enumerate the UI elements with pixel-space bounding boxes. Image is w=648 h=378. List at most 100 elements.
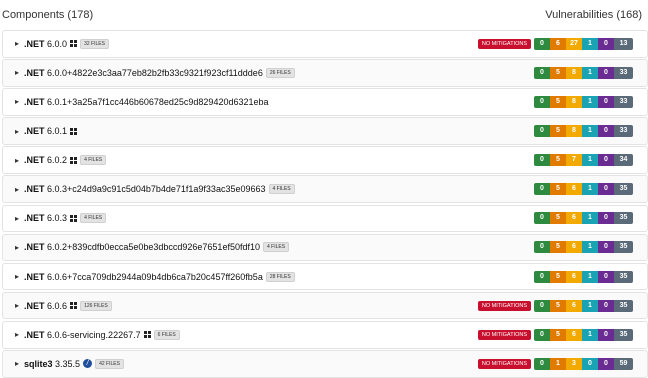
component-version: 3.35.5 [55, 358, 81, 369]
critical-count: 0 [534, 241, 550, 254]
component-version: 6.0.0 [47, 38, 68, 49]
files-count-badge[interactable]: 26 FILES [265, 67, 295, 78]
medium-count: 27 [566, 37, 582, 50]
medium-count: 6 [566, 212, 582, 225]
component-name[interactable]: .NET 6.0.6 [24, 301, 67, 311]
files-count-badge[interactable]: 6 FILES [153, 329, 180, 340]
expand-caret-icon[interactable]: ▸ [15, 185, 21, 194]
expand-caret-icon[interactable]: ▸ [15, 39, 21, 48]
component-row[interactable]: ▸ .NET 6.0.2 4 FILES 0 5 7 1 0 34 [2, 146, 648, 174]
critical-count: 0 [534, 183, 550, 196]
component-row[interactable]: ▸ .NET 6.0.6+7cca709db2944a09b4db6ca7b20c… [2, 262, 648, 291]
files-count-badge[interactable]: 4 FILES [262, 242, 290, 253]
files-count-badge[interactable]: 126 FILES [80, 300, 112, 311]
severity-counts: 0 5 7 1 0 34 [534, 154, 633, 167]
component-name[interactable]: .NET 6.0.6-servicing.22267.7 [24, 330, 141, 340]
component-version: 6.0.6-servicing.22267.7 [47, 329, 141, 340]
component-title: .NET [24, 271, 45, 282]
component-title: .NET [24, 155, 45, 166]
critical-count: 0 [534, 95, 550, 108]
component-row[interactable]: ▸ .NET 6.0.3 4 FILES 0 5 6 1 0 35 [2, 204, 648, 233]
windows-icon [70, 127, 78, 135]
expand-caret-icon[interactable]: ▸ [15, 97, 21, 106]
low-count: 1 [582, 183, 598, 196]
expand-caret-icon[interactable]: ▸ [15, 214, 21, 223]
component-row[interactable]: ▸ .NET 6.0.0+4822e3c3aa77eb82b2fb33c9321f… [2, 59, 648, 87]
critical-count: 0 [534, 125, 550, 138]
component-row[interactable]: ▸ .NET 6.0.6-servicing.22267.7 6 FILES NO M… [2, 320, 648, 349]
expand-caret-icon[interactable]: ▸ [15, 359, 21, 368]
medium-count: 8 [566, 66, 582, 79]
component-title: .NET [24, 38, 45, 49]
files-count-badge[interactable]: 28 FILES [265, 271, 295, 282]
low-count: 0 [582, 357, 598, 370]
expand-caret-icon[interactable]: ▸ [15, 243, 21, 252]
severity-counts: 0 6 27 1 0 13 [534, 37, 633, 50]
component-name[interactable]: .NET 6.0.2+839cdfb0ecca5e0be3dbccd926e76… [24, 242, 260, 252]
component-title: .NET [24, 213, 45, 224]
critical-count: 0 [534, 154, 550, 167]
component-row[interactable]: ▸ .NET 6.0.1 0 5 8 1 0 33 [2, 117, 648, 145]
component-name[interactable]: .NET 6.0.1 [24, 126, 67, 136]
expand-caret-icon[interactable]: ▸ [15, 272, 21, 281]
no-mitigations-badge: NO MITIGATIONS [477, 300, 531, 311]
component-row[interactable]: ▸ .NET 6.0.3+c24d9a9c91c5d04b7b4de71f1a9f… [2, 175, 648, 204]
expand-caret-icon[interactable]: ▸ [15, 330, 21, 339]
expand-caret-icon[interactable]: ▸ [15, 127, 21, 136]
total-count: 13 [614, 37, 633, 50]
component-name[interactable]: .NET 6.0.1+3a25a7f1cc446b60678ed25c9d829… [24, 97, 269, 107]
severity-counts: 0 5 6 1 0 35 [534, 183, 633, 196]
component-row[interactable]: ▸ .NET 6.0.6 126 FILES NO MITIGATIONS 0 5 6 1 0 3… [2, 291, 648, 320]
component-version: 6.0.6+7cca709db2944a09b4db6ca7b20c457ff2… [47, 271, 263, 282]
windows-icon [70, 40, 78, 48]
total-count: 59 [614, 357, 633, 370]
medium-count: 6 [566, 299, 582, 312]
component-name[interactable]: sqlite3 3.35.5 [24, 359, 80, 369]
component-name[interactable]: .NET 6.0.0+4822e3c3aa77eb82b2fb33c9321f9… [24, 68, 263, 78]
component-title: .NET [24, 67, 45, 78]
low-count: 1 [582, 212, 598, 225]
files-count-badge[interactable]: 4 FILES [80, 155, 107, 166]
component-row[interactable]: ▸ .NET 6.0.1+3a25a7f1cc446b60678ed25c9d82… [2, 88, 648, 116]
component-row[interactable]: ▸ .NET 6.0.0 32 FILES NO MITIGATIONS 0 6 27 1 0 1… [2, 30, 648, 58]
expand-caret-icon[interactable]: ▸ [15, 301, 21, 310]
high-count: 5 [550, 299, 566, 312]
low-count: 1 [582, 66, 598, 79]
component-name[interactable]: .NET 6.0.2 [24, 155, 67, 165]
component-name[interactable]: .NET 6.0.3 [24, 213, 67, 223]
severity-counts: 0 5 8 1 0 33 [534, 125, 633, 138]
low-count: 1 [582, 154, 598, 167]
total-count: 35 [614, 212, 633, 225]
files-count-badge[interactable]: 32 FILES [80, 38, 109, 49]
critical-count: 0 [534, 357, 550, 370]
total-count: 35 [614, 299, 633, 312]
critical-count: 0 [534, 66, 550, 79]
component-name[interactable]: .NET 6.0.6+7cca709db2944a09b4db6ca7b20c4… [24, 272, 263, 282]
component-version: 6.0.6 [47, 300, 68, 311]
edge-icon: / [83, 359, 93, 369]
medium-count: 8 [566, 125, 582, 138]
severity-counts: 0 5 8 1 0 33 [534, 66, 633, 79]
files-count-badge[interactable]: 42 FILES [95, 358, 124, 369]
component-row[interactable]: ▸ .NET 6.0.2+839cdfb0ecca5e0be3dbccd926e7… [2, 233, 648, 262]
vulnerabilities-count-label: Vulnerabilities (168) [545, 9, 642, 21]
no-mitigations-badge: NO MITIGATIONS [477, 329, 531, 340]
unknown-count: 0 [598, 95, 614, 108]
component-version: 6.0.3+c24d9a9c91c5d04b7b4de71f1a9f33ac35… [47, 184, 266, 195]
medium-count: 7 [566, 154, 582, 167]
unknown-count: 0 [598, 125, 614, 138]
component-name[interactable]: .NET 6.0.0 [24, 39, 67, 49]
medium-count: 8 [566, 95, 582, 108]
files-count-badge[interactable]: 4 FILES [80, 213, 107, 224]
expand-caret-icon[interactable]: ▸ [15, 156, 21, 165]
component-name[interactable]: .NET 6.0.3+c24d9a9c91c5d04b7b4de71f1a9f3… [24, 184, 266, 194]
expand-caret-icon[interactable]: ▸ [15, 68, 21, 77]
unknown-count: 0 [598, 66, 614, 79]
total-count: 35 [614, 270, 633, 283]
total-count: 33 [614, 125, 633, 138]
component-row[interactable]: ▸ sqlite3 3.35.5/42 FILES NO MITIGATIONS 0 1… [2, 350, 648, 378]
low-count: 1 [582, 328, 598, 341]
component-version: 6.0.3 [47, 213, 68, 224]
low-count: 1 [582, 270, 598, 283]
files-count-badge[interactable]: 4 FILES [268, 184, 295, 195]
